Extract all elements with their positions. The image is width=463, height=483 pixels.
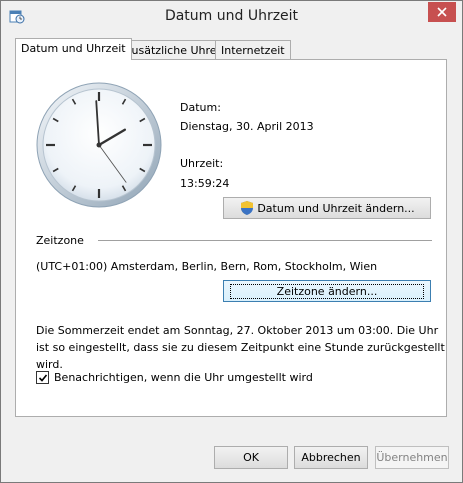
tab-zusaetzliche-uhren[interactable]: Zusätzliche Uhren (118, 40, 230, 60)
change-date-time-button[interactable]: Datum und Uhrzeit ändern... (223, 197, 431, 219)
close-icon (437, 7, 447, 17)
apply-button[interactable]: Übernehmen (375, 446, 449, 469)
date-label: Datum: (180, 101, 221, 114)
close-button[interactable] (428, 2, 456, 22)
tab-datum-und-uhrzeit[interactable]: Datum und Uhrzeit (15, 38, 132, 60)
cancel-button[interactable]: Abbrechen (294, 446, 368, 469)
checkmark-icon (38, 373, 47, 382)
ok-button[interactable]: OK (214, 446, 288, 469)
date-value: Dienstag, 30. April 2013 (180, 120, 314, 133)
timezone-divider (98, 240, 432, 241)
change-timezone-label: Zeitzone ändern... (229, 283, 425, 299)
tab-panel: Datum: Dienstag, 30. April 2013 Uhrzeit:… (15, 59, 447, 417)
window-title: Datum und Uhrzeit (164, 8, 299, 24)
notify-checkbox-label[interactable]: Benachrichtigen, wenn die Uhr umgestellt… (54, 371, 313, 384)
clock-center (96, 142, 102, 148)
date-time-dialog: Datum und Uhrzeit Datum und Uhrzeit Zusä… (0, 0, 463, 483)
analog-clock (35, 81, 163, 209)
timezone-value: (UTC+01:00) Amsterdam, Berlin, Bern, Rom… (36, 260, 378, 273)
time-label: Uhrzeit: (180, 157, 224, 170)
tab-internetzeit[interactable]: Internetzeit (215, 40, 291, 60)
uac-shield-icon (239, 200, 255, 216)
change-date-time-label: Datum und Uhrzeit ändern... (257, 201, 415, 215)
dst-note: Die Sommerzeit endet am Sonntag, 27. Okt… (36, 324, 445, 371)
title-bar[interactable]: Datum und Uhrzeit (1, 1, 462, 31)
notify-checkbox[interactable] (36, 371, 49, 384)
change-timezone-button[interactable]: Zeitzone ändern... (223, 280, 431, 302)
time-value: 13:59:24 (180, 177, 230, 190)
timezone-heading: Zeitzone (36, 234, 84, 247)
